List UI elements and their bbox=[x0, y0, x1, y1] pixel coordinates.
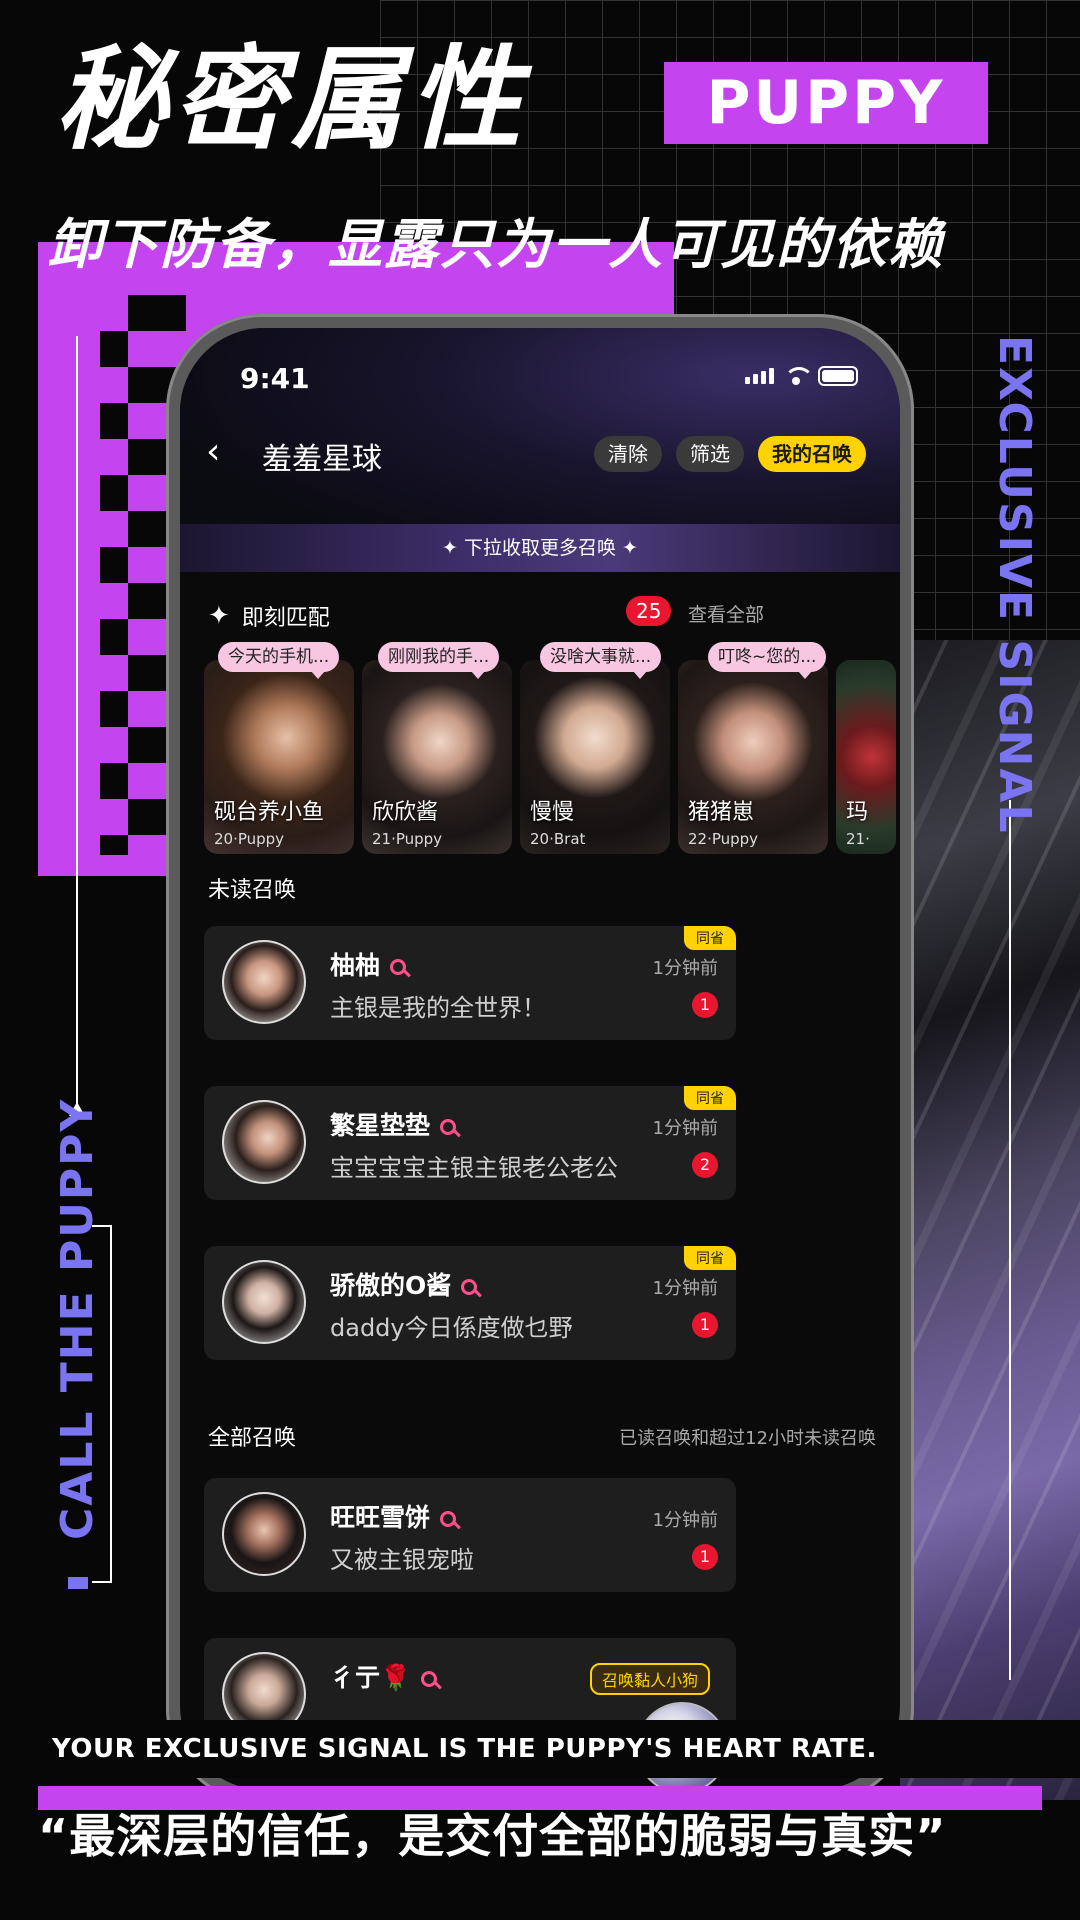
timestamp: 1分钟前 bbox=[652, 1278, 718, 1299]
message-preview: 宝宝宝宝主银主银老公老公 bbox=[330, 1154, 618, 1182]
match-bubble: 没啥大事就... bbox=[540, 642, 662, 679]
poster-title: 秘密属性 bbox=[55, 35, 527, 165]
match-card[interactable]: 玛 21· bbox=[836, 660, 896, 854]
battery-icon bbox=[818, 366, 858, 386]
poster-subtitle: 卸下防备，显露只为一人可见的依赖 bbox=[48, 213, 944, 276]
match-count-badge: 25 bbox=[626, 596, 672, 626]
same-province-tag: 同省 bbox=[684, 926, 736, 950]
contact-name: 繁星垫垫 bbox=[330, 1106, 457, 1142]
pull-banner-text: ✦ 下拉收取更多召唤 ✦ bbox=[180, 524, 900, 572]
sparkle-icon: ✦ bbox=[442, 537, 464, 559]
avatar bbox=[222, 1492, 306, 1576]
match-meta: 21· bbox=[846, 830, 870, 848]
sparkle-icon: ✦ bbox=[208, 601, 230, 631]
match-name: 猪猪崽 bbox=[688, 800, 755, 825]
phone-screen: 9:41 ‹ 羞羞星球 清除 筛选 我的召唤 ✦ 下拉收取更多召唤 ✦ ✦ 即刻匹… bbox=[180, 328, 900, 1790]
match-meta: 20·Brat bbox=[530, 830, 586, 848]
wifi-icon bbox=[784, 367, 814, 385]
view-all-link[interactable]: 查看全部 bbox=[688, 600, 764, 627]
list-item[interactable]: 骄傲的O酱 daddy今日係度做乜野 1分钟前 1 同省 bbox=[204, 1246, 736, 1360]
female-gender-icon bbox=[390, 959, 407, 975]
signal-icon bbox=[745, 368, 774, 384]
filter-button[interactable]: 筛选 bbox=[676, 436, 744, 472]
match-name: 欣欣酱 bbox=[372, 800, 439, 825]
message-preview: 又被主银宠啦 bbox=[330, 1546, 474, 1574]
match-label: 即刻匹配 bbox=[241, 606, 330, 631]
match-meta: 22·Puppy bbox=[688, 830, 759, 848]
same-province-tag: 同省 bbox=[684, 1246, 736, 1270]
puppy-badge: PUPPY bbox=[664, 62, 988, 144]
right-guide-line bbox=[1009, 800, 1011, 1680]
all-section-label: 全部召唤 bbox=[208, 1426, 297, 1451]
checker-pattern-alt bbox=[100, 295, 128, 855]
list-item[interactable]: 旺旺雪饼 又被主银宠啦 1分钟前 1 bbox=[204, 1478, 736, 1592]
my-calls-button[interactable]: 我的召唤 bbox=[758, 436, 866, 472]
avatar bbox=[222, 940, 306, 1024]
unread-badge: 1 bbox=[692, 992, 718, 1018]
sparkle-icon: ✦ bbox=[616, 537, 638, 559]
left-guide-line bbox=[76, 336, 78, 1106]
unread-badge: 1 bbox=[692, 1544, 718, 1570]
match-meta: 21·Puppy bbox=[372, 830, 443, 848]
list-item[interactable]: 繁星垫垫 宝宝宝宝主银主银老公老公 1分钟前 2 同省 bbox=[204, 1086, 736, 1200]
avatar bbox=[222, 1260, 306, 1344]
poster-quote: “最深层的信任，是交付全部的脆弱与真实” bbox=[38, 1809, 947, 1863]
unread-section-label: 未读召唤 bbox=[208, 878, 297, 903]
match-card[interactable]: 慢慢 20·Brat bbox=[520, 660, 670, 854]
female-gender-icon bbox=[421, 1671, 438, 1687]
phone-frame: 9:41 ‹ 羞羞星球 清除 筛选 我的召唤 ✦ 下拉收取更多召唤 ✦ ✦ 即刻匹… bbox=[166, 314, 914, 1804]
clear-button[interactable]: 清除 bbox=[594, 436, 662, 472]
female-gender-icon bbox=[440, 1511, 457, 1527]
list-item[interactable]: 柚柚 主银是我的全世界！ 1分钟前 1 同省 bbox=[204, 926, 736, 1040]
match-bubble: 今天的手机... bbox=[218, 642, 340, 679]
match-card[interactable]: 猪猪崽 22·Puppy bbox=[678, 660, 828, 854]
contact-name: 旺旺雪饼 bbox=[330, 1498, 457, 1534]
pull-banner-label: 下拉收取更多召唤 bbox=[463, 537, 616, 559]
status-time: 9:41 bbox=[240, 362, 310, 395]
match-name: 砚台养小鱼 bbox=[214, 800, 325, 825]
same-province-tag: 同省 bbox=[684, 1086, 736, 1110]
match-meta: 20·Puppy bbox=[214, 830, 285, 848]
contact-name: 柚柚 bbox=[330, 946, 407, 982]
contact-name: 彳亍🌹 bbox=[330, 1658, 438, 1694]
message-preview: 主银是我的全世界！ bbox=[330, 994, 546, 1022]
avatar bbox=[222, 1100, 306, 1184]
contact-name: 骄傲的O酱 bbox=[330, 1266, 478, 1302]
match-header: ✦ 即刻匹配 bbox=[208, 600, 330, 632]
timestamp: 1分钟前 bbox=[652, 958, 718, 979]
match-name: 慢慢 bbox=[530, 800, 575, 825]
match-bubble: 叮咚~您的... bbox=[708, 642, 827, 679]
match-card[interactable]: 砚台养小鱼 20·Puppy bbox=[204, 660, 354, 854]
side-text-right: EXCLUSIVE SIGNAL bbox=[989, 335, 1040, 835]
all-section-note: 已读召唤和超过12小时未读召唤 bbox=[619, 1428, 876, 1449]
unread-badge: 1 bbox=[692, 1312, 718, 1338]
timestamp: 1分钟前 bbox=[652, 1118, 718, 1139]
match-bubble: 刚刚我的手... bbox=[378, 642, 500, 679]
match-name: 玛 bbox=[846, 800, 869, 825]
chevron-left-icon[interactable]: ‹ bbox=[206, 432, 246, 472]
match-card[interactable]: 欣欣酱 21·Puppy bbox=[362, 660, 512, 854]
message-preview: daddy今日係度做乜野 bbox=[330, 1314, 573, 1342]
timestamp: 1分钟前 bbox=[652, 1510, 718, 1531]
side-accent-bar bbox=[68, 1577, 88, 1589]
page-title: 羞羞星球 bbox=[262, 442, 382, 477]
female-gender-icon bbox=[440, 1119, 457, 1135]
call-puppy-label: 召唤黏人小狗 bbox=[590, 1663, 711, 1695]
female-gender-icon bbox=[461, 1279, 478, 1295]
tagline: YOUR EXCLUSIVE SIGNAL IS THE PUPPY'S HEA… bbox=[0, 1720, 1080, 1778]
unread-badge: 2 bbox=[692, 1152, 718, 1178]
status-icons bbox=[745, 366, 858, 386]
side-bracket bbox=[92, 1225, 112, 1583]
